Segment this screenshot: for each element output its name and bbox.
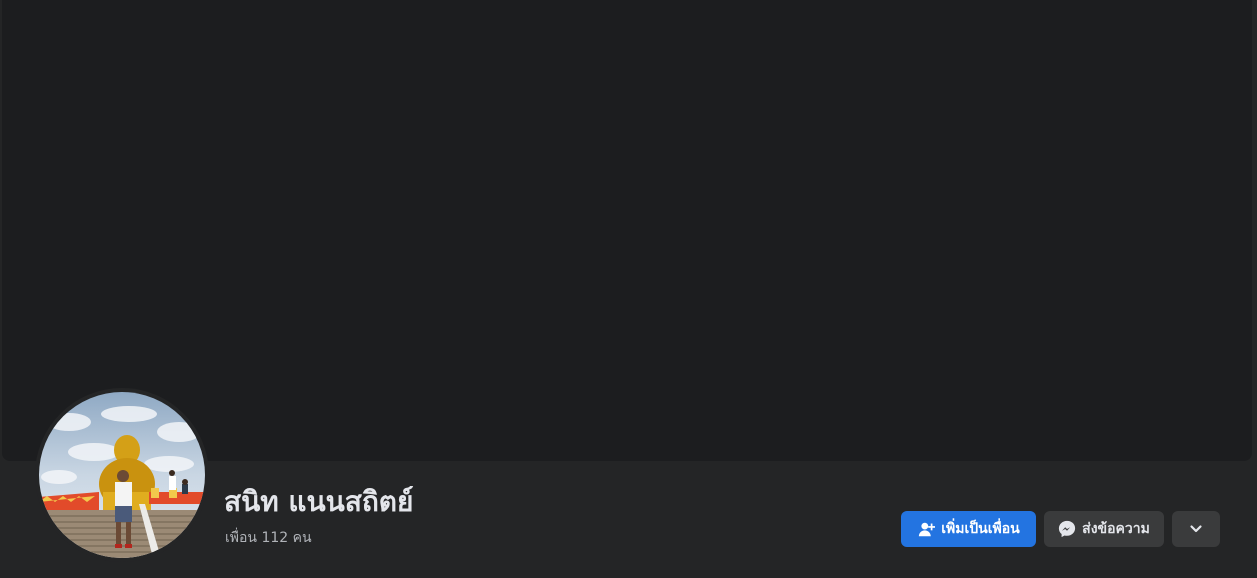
person-add-icon [917,520,935,538]
profile-picture-frame [35,388,209,562]
more-options-button[interactable] [1172,511,1220,547]
friends-count[interactable]: เพื่อน 112 คน [225,528,312,548]
add-friend-label: เพิ่มเป็นเพื่อน [941,521,1020,537]
send-message-button[interactable]: ส่งข้อความ [1044,511,1164,547]
cover-photo[interactable] [2,0,1252,461]
add-friend-button[interactable]: เพิ่มเป็นเพื่อน [901,511,1036,547]
send-message-label: ส่งข้อความ [1082,521,1150,537]
profile-picture[interactable] [39,392,205,558]
messenger-icon [1058,520,1076,538]
profile-page: สนิท แนนสถิตย์ เพื่อน 112 คน เพิ่มเป็นเพ… [0,0,1257,578]
profile-name: สนิท แนนสถิตย์ [224,485,414,518]
chevron-down-icon [1187,520,1205,538]
